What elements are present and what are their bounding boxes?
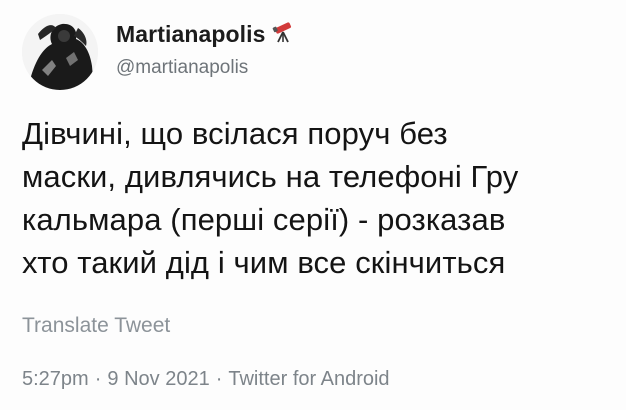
telescope-icon bbox=[272, 20, 296, 49]
user-handle[interactable]: @martianapolis bbox=[116, 57, 248, 79]
tweet-source[interactable]: Twitter for Android bbox=[228, 368, 389, 391]
tweet-metadata: 5:27pm · 9 Nov 2021 · Twitter for Androi… bbox=[22, 368, 390, 391]
meta-separator: · bbox=[94, 368, 102, 390]
avatar[interactable] bbox=[22, 14, 98, 90]
translate-tweet-link[interactable]: Translate Tweet bbox=[22, 314, 170, 338]
display-name[interactable]: Martianapolis bbox=[116, 21, 266, 48]
author-name-row[interactable]: Martianapolis bbox=[116, 20, 296, 49]
tweet-time[interactable]: 5:27pm bbox=[22, 368, 89, 391]
tweet-text: Дівчині, що всілася поруч без маски, див… bbox=[22, 116, 519, 280]
avatar-image bbox=[22, 14, 98, 90]
tweet-card: Martianapolis @martianapolis Дівчині, що… bbox=[0, 0, 626, 410]
tweet-date[interactable]: 9 Nov 2021 bbox=[107, 368, 209, 391]
meta-separator: · bbox=[215, 368, 223, 390]
